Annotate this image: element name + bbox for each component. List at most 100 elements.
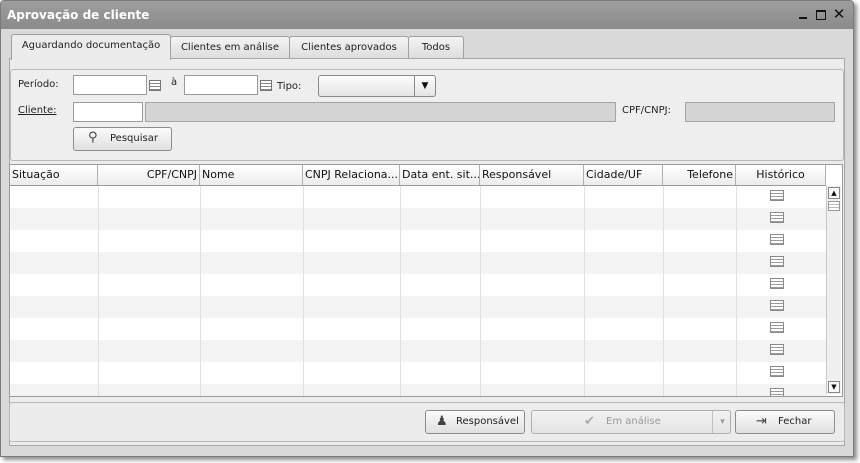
column-divider	[303, 252, 304, 274]
tab-clientes-aprovados[interactable]: Clientes aprovados	[289, 36, 409, 59]
calendar-icon[interactable]	[260, 80, 272, 91]
column-divider	[663, 318, 664, 340]
column-divider	[303, 274, 304, 296]
history-list-icon[interactable]	[770, 388, 784, 396]
calendar-icon[interactable]	[149, 80, 161, 91]
column-divider	[400, 186, 401, 208]
maximize-icon[interactable]	[814, 7, 828, 21]
scroll-down-icon[interactable]: ▼	[828, 381, 840, 393]
column-cnpj-relacionado[interactable]: CNPJ Relaciona...	[303, 165, 400, 185]
column-divider	[303, 340, 304, 362]
tab-clientes-em-analise[interactable]: Clientes em análise	[170, 36, 290, 59]
column-divider	[98, 340, 99, 362]
approval-window: Aprovação de cliente ✕ Aguardando docume…	[0, 0, 854, 457]
column-divider	[200, 274, 201, 296]
column-historico[interactable]: Histórico	[736, 165, 826, 185]
history-list-icon[interactable]	[770, 256, 784, 267]
chevron-down-icon[interactable]: ▾	[712, 411, 732, 433]
history-list-icon[interactable]	[770, 344, 784, 355]
history-list-icon[interactable]	[770, 190, 784, 201]
column-divider	[200, 296, 201, 318]
column-divider	[736, 384, 737, 396]
column-divider	[400, 296, 401, 318]
scroll-up-icon[interactable]: ▲	[828, 187, 840, 199]
column-divider	[200, 230, 201, 252]
column-divider	[584, 230, 585, 252]
tab-aguardando-documentacao[interactable]: Aguardando documentação	[11, 34, 171, 60]
column-divider	[98, 318, 99, 340]
table-row[interactable]	[10, 362, 826, 384]
column-divider	[584, 384, 585, 396]
cliente-code-input[interactable]	[73, 102, 143, 122]
history-list-icon[interactable]	[770, 366, 784, 377]
column-divider	[736, 230, 737, 252]
fechar-label: Fechar	[778, 416, 812, 427]
column-divider	[200, 362, 201, 384]
table-row[interactable]	[10, 208, 826, 230]
periodo-fim-input[interactable]	[184, 75, 258, 95]
minimize-icon[interactable]	[796, 7, 810, 21]
column-divider	[736, 274, 737, 296]
table-row[interactable]	[10, 274, 826, 296]
exit-door-icon: ⇥	[756, 414, 767, 429]
column-divider	[584, 362, 585, 384]
column-telefone[interactable]: Telefone	[663, 165, 736, 185]
responsavel-button[interactable]: ♟ Responsável	[425, 410, 525, 434]
table-row[interactable]	[10, 186, 826, 208]
column-divider	[663, 274, 664, 296]
pesquisar-button[interactable]: ⚲ Pesquisar	[73, 127, 172, 151]
column-divider	[584, 186, 585, 208]
client-grid: Situação CPF/CNPJ Nome CNPJ Relaciona...…	[9, 164, 843, 397]
magnifier-icon: ⚲	[88, 130, 98, 145]
column-divider	[480, 384, 481, 396]
periodo-inicio-input[interactable]	[73, 75, 147, 95]
periodo-label: Período:	[18, 79, 59, 90]
column-situacao[interactable]: Situação	[10, 165, 98, 185]
column-divider	[584, 296, 585, 318]
table-row[interactable]	[10, 384, 826, 396]
table-row[interactable]	[10, 318, 826, 340]
column-divider	[98, 384, 99, 396]
table-row[interactable]	[10, 230, 826, 252]
dropdown-arrow-icon[interactable]: ▼	[414, 76, 435, 96]
checkmark-icon: ✔	[584, 414, 595, 429]
column-responsavel[interactable]: Responsável	[480, 165, 584, 185]
vertical-scrollbar[interactable]: ▲ ▼	[826, 186, 841, 394]
column-data-entrada[interactable]: Data ent. sit...	[400, 165, 480, 185]
column-divider	[400, 230, 401, 252]
tipo-select[interactable]: ▼	[318, 75, 436, 97]
table-row[interactable]	[10, 340, 826, 362]
history-list-icon[interactable]	[770, 234, 784, 245]
column-divider	[400, 318, 401, 340]
column-divider	[480, 186, 481, 208]
column-divider	[303, 186, 304, 208]
table-row[interactable]	[10, 252, 826, 274]
history-list-icon[interactable]	[770, 212, 784, 223]
column-divider	[663, 252, 664, 274]
table-row[interactable]	[10, 296, 826, 318]
column-divider	[480, 296, 481, 318]
em-analise-button[interactable]: ✔ Em análise ▾	[531, 410, 731, 434]
column-divider	[663, 384, 664, 396]
fechar-button[interactable]: ⇥ Fechar	[735, 410, 835, 434]
column-divider	[584, 318, 585, 340]
history-list-icon[interactable]	[770, 300, 784, 311]
column-divider	[303, 296, 304, 318]
history-list-icon[interactable]	[770, 278, 784, 289]
tab-todos[interactable]: Todos	[408, 36, 464, 59]
close-icon[interactable]: ✕	[832, 7, 846, 22]
tipo-label: Tipo:	[277, 81, 302, 92]
history-list-icon[interactable]	[770, 322, 784, 333]
column-cidade-uf[interactable]: Cidade/UF	[584, 165, 663, 185]
column-divider	[98, 186, 99, 208]
column-divider	[98, 208, 99, 230]
column-divider	[584, 274, 585, 296]
column-divider	[400, 252, 401, 274]
column-divider	[663, 340, 664, 362]
scroll-thumb[interactable]	[828, 201, 840, 211]
cpfcnpj-label: CPF/CNPJ:	[622, 105, 671, 116]
column-nome[interactable]: Nome	[200, 165, 303, 185]
cliente-label[interactable]: Cliente:	[18, 105, 56, 116]
column-cpfcnpj[interactable]: CPF/CNPJ	[98, 165, 200, 185]
column-divider	[663, 208, 664, 230]
